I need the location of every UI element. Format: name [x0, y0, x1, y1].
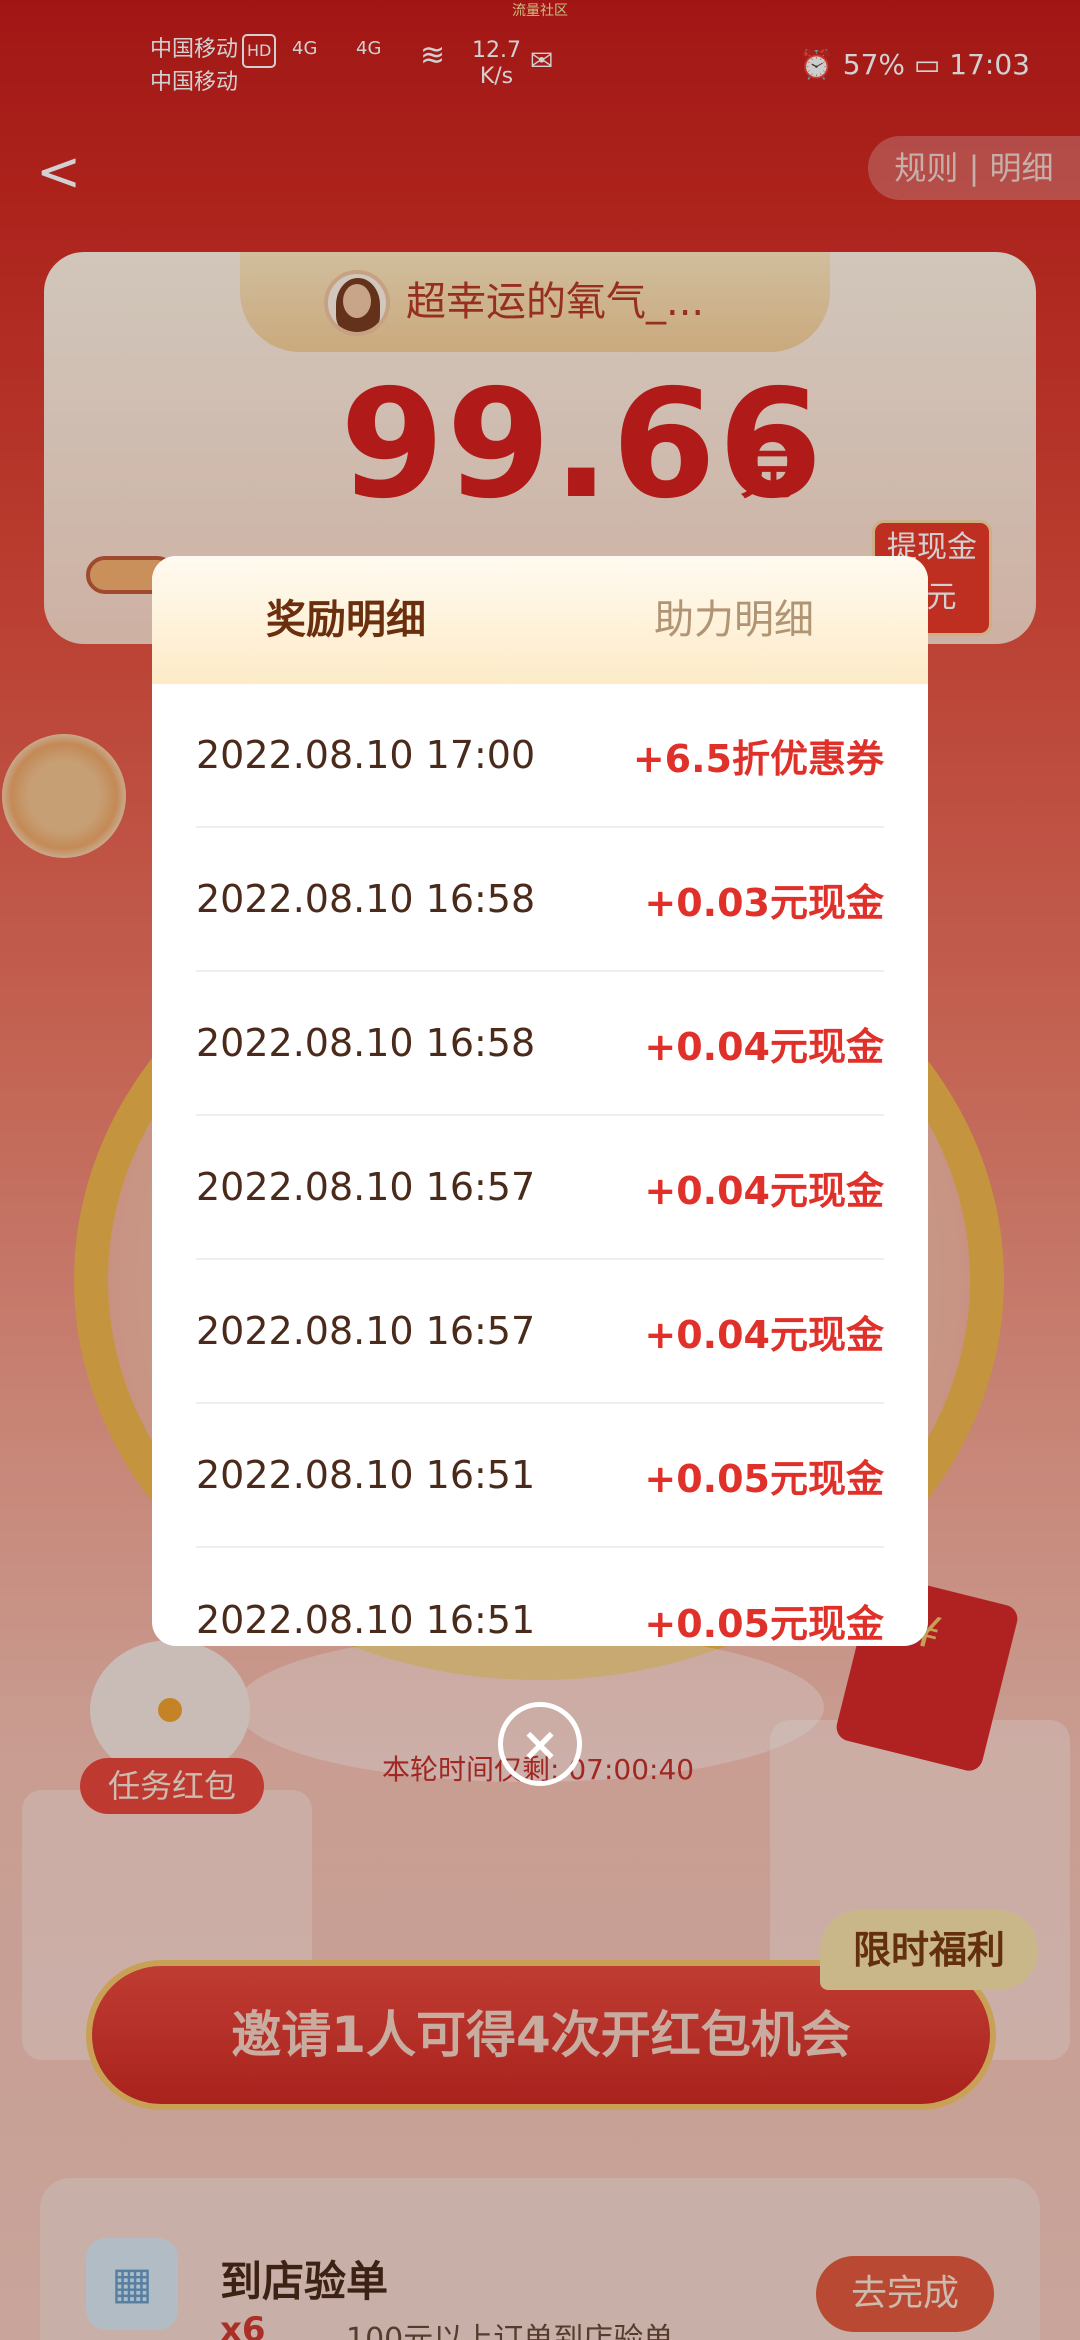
list-item: 2022.08.10 16:57 +0.04元现金 [196, 1260, 884, 1404]
reward-list: 2022.08.10 17:00 +6.5折优惠券 2022.08.10 16:… [152, 684, 928, 1646]
list-item: 2022.08.10 16:58 +0.03元现金 [196, 828, 884, 972]
row-date: 2022.08.10 16:57 [196, 1165, 536, 1209]
list-item: 2022.08.10 17:00 +6.5折优惠券 [196, 684, 884, 828]
row-date: 2022.08.10 16:51 [196, 1453, 536, 1497]
modal-tabs: 奖励明细 助力明细 [152, 556, 928, 684]
list-item: 2022.08.10 16:51 +0.05元现金 [196, 1404, 884, 1548]
row-date: 2022.08.10 16:58 [196, 877, 536, 921]
row-date: 2022.08.10 16:57 [196, 1309, 536, 1353]
row-reward: +0.04元现金 [644, 1168, 884, 1213]
row-reward: +0.05元现金 [644, 1601, 884, 1646]
list-item: 2022.08.10 16:51 +0.05元现金 [196, 1548, 884, 1646]
row-reward: +0.05元现金 [644, 1456, 884, 1501]
row-reward: +6.5折优惠券 [632, 736, 884, 781]
row-date: 2022.08.10 16:51 [196, 1598, 536, 1642]
tab-assist-details[interactable]: 助力明细 [540, 556, 928, 684]
row-reward: +0.03元现金 [644, 880, 884, 925]
close-icon[interactable]: × [498, 1702, 582, 1786]
row-reward: +0.04元现金 [644, 1312, 884, 1357]
row-date: 2022.08.10 16:58 [196, 1021, 536, 1065]
list-item: 2022.08.10 16:57 +0.04元现金 [196, 1116, 884, 1260]
list-item: 2022.08.10 16:58 +0.04元现金 [196, 972, 884, 1116]
tab-reward-details[interactable]: 奖励明细 [152, 556, 540, 684]
reward-details-modal: 奖励明细 助力明细 2022.08.10 17:00 +6.5折优惠券 2022… [152, 556, 928, 1646]
row-reward: +0.04元现金 [644, 1024, 884, 1069]
row-date: 2022.08.10 17:00 [196, 733, 536, 777]
